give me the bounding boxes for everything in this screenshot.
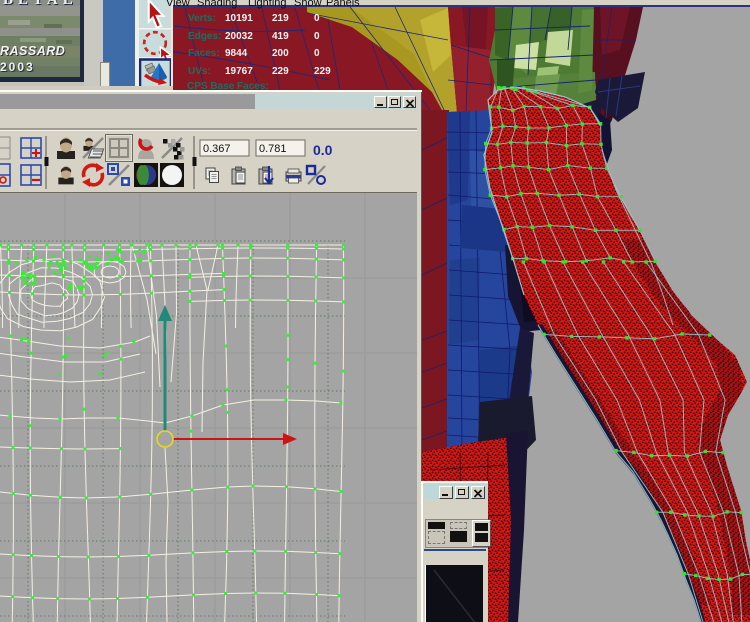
svg-text:0.367: 0.367 — [203, 143, 231, 155]
svg-text:0.0: 0.0 — [313, 142, 333, 158]
svg-text:0.781: 0.781 — [259, 143, 287, 155]
